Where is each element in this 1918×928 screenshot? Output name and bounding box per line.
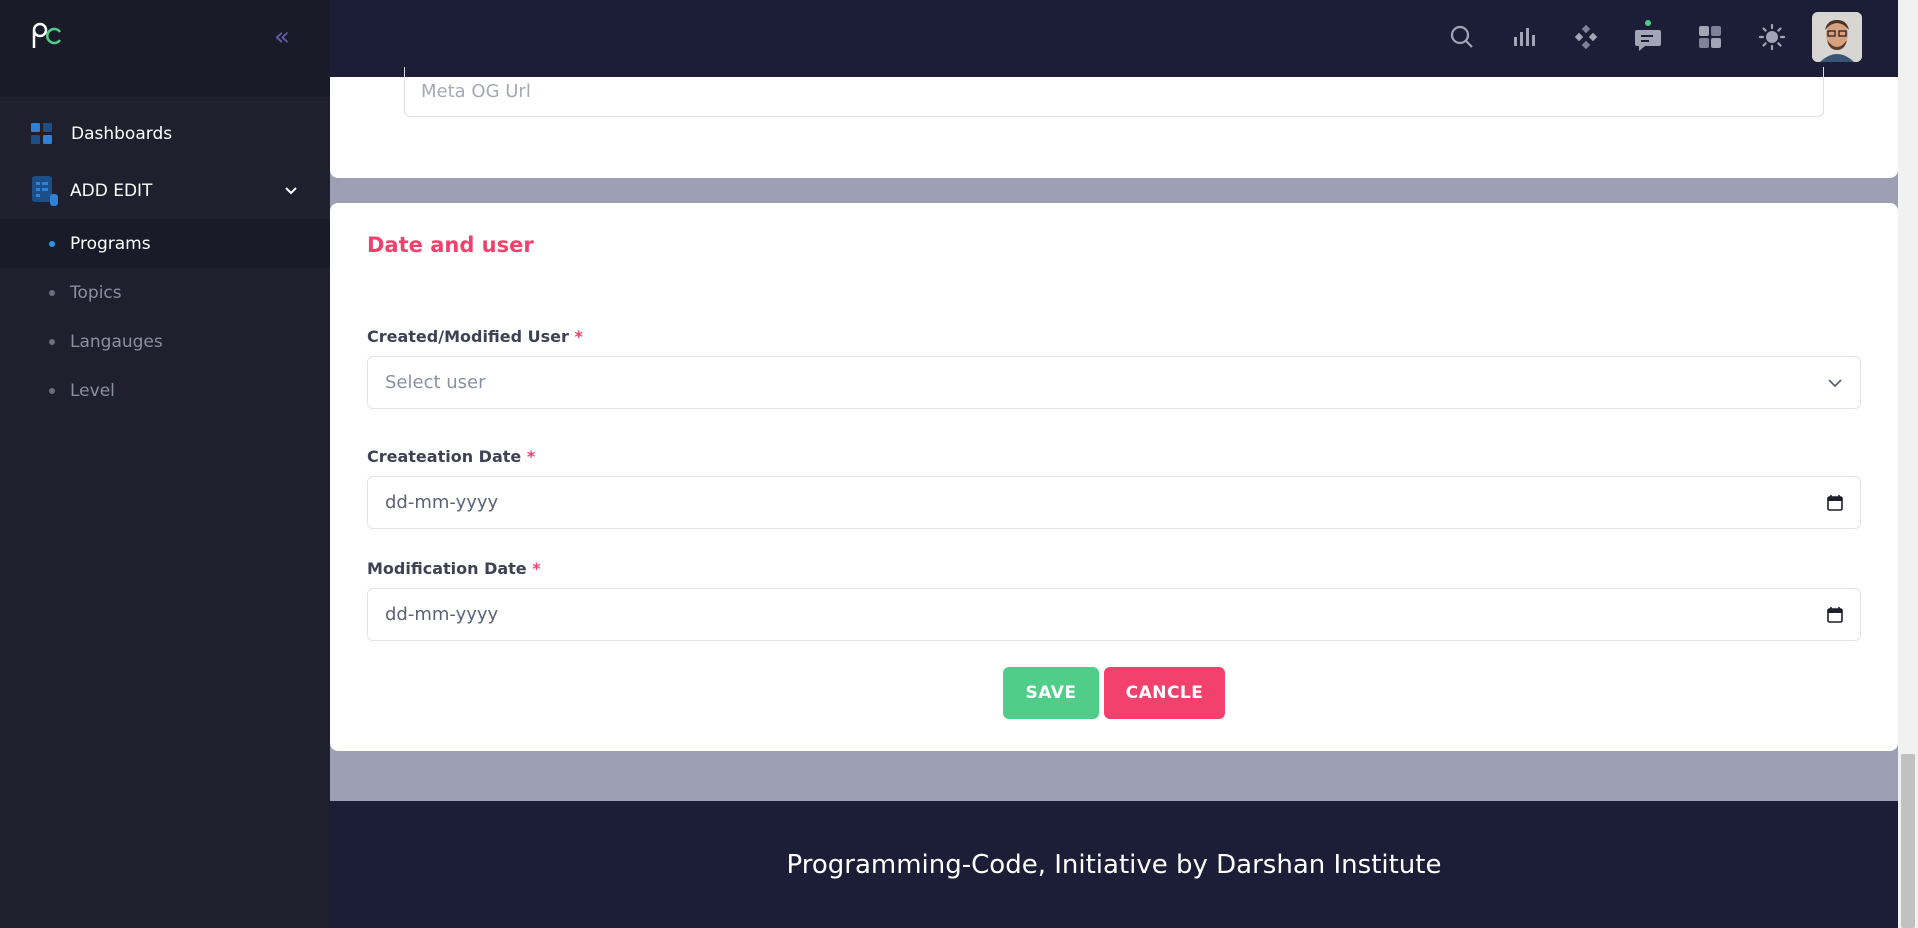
sidebar-collapse-button[interactable]: « xyxy=(274,24,290,50)
apps-diamond-icon[interactable] xyxy=(1571,22,1601,52)
bullet-icon xyxy=(49,289,55,296)
bullet-icon xyxy=(49,387,55,394)
meta-og-url-input[interactable]: Meta OG Url xyxy=(404,67,1824,117)
sidebar-subitem-topics[interactable]: Topics xyxy=(0,268,330,317)
creation-date-value: dd-mm-yyyy xyxy=(385,492,499,513)
footer-text: Programming-Code, Initiative by Darshan … xyxy=(786,849,1442,880)
chat-icon[interactable] xyxy=(1633,20,1663,52)
sidebar-subitem-label: Programs xyxy=(70,233,151,254)
cancel-button[interactable]: CANCLE xyxy=(1104,667,1225,719)
creation-date-input[interactable]: dd-mm-yyyy xyxy=(367,476,1861,529)
sidebar-menu: Dashboards ADD EDIT Programs Topics Lang… xyxy=(0,97,330,415)
sidebar-subitem-programs[interactable]: Programs xyxy=(0,219,330,268)
user-field-label: Created/Modified User * xyxy=(367,327,583,346)
dashboard-grid-icon xyxy=(31,122,52,144)
bullet-icon xyxy=(49,338,55,345)
section-title: Date and user xyxy=(367,233,534,257)
calendar-icon[interactable] xyxy=(1826,494,1844,512)
sidebar-subitem-languages[interactable]: Langauges xyxy=(0,317,330,366)
top-navbar xyxy=(330,0,1898,77)
sidebar-header: « xyxy=(0,0,330,97)
edit-document-icon xyxy=(32,175,58,206)
sidebar-subitem-label: Langauges xyxy=(70,331,163,352)
sidebar: « Dashboards ADD EDIT Programs Topics La… xyxy=(0,0,330,928)
sidebar-item-dashboards[interactable]: Dashboards xyxy=(0,105,330,162)
sidebar-subitem-label: Level xyxy=(70,380,115,401)
sidebar-subitem-label: Topics xyxy=(70,282,122,303)
bar-chart-icon[interactable] xyxy=(1509,22,1539,52)
calendar-icon[interactable] xyxy=(1826,606,1844,624)
search-icon[interactable] xyxy=(1447,22,1477,52)
sidebar-submenu: Programs xyxy=(0,219,330,268)
logo-icon[interactable] xyxy=(30,22,64,52)
sidebar-item-label: Dashboards xyxy=(71,123,173,144)
required-mark: * xyxy=(532,559,541,578)
sun-theme-icon[interactable] xyxy=(1757,22,1787,52)
chevron-down-icon xyxy=(1828,379,1842,388)
sidebar-item-label: ADD EDIT xyxy=(70,180,153,201)
modification-date-input[interactable]: dd-mm-yyyy xyxy=(367,588,1861,641)
user-select[interactable]: Select user xyxy=(367,356,1861,409)
sidebar-item-add-edit[interactable]: ADD EDIT xyxy=(0,162,330,219)
required-mark: * xyxy=(574,327,583,346)
page-scrollbar[interactable] xyxy=(1898,0,1918,928)
grid-layout-icon[interactable] xyxy=(1695,22,1725,52)
required-mark: * xyxy=(526,447,536,466)
modification-date-value: dd-mm-yyyy xyxy=(385,604,499,625)
date-and-user-card: Date and user Created/Modified User * Se… xyxy=(330,203,1898,751)
footer: Programming-Code, Initiative by Darshan … xyxy=(330,801,1898,928)
avatar[interactable] xyxy=(1812,12,1862,62)
sidebar-subitem-level[interactable]: Level xyxy=(0,366,330,415)
modification-date-label: Modification Date * xyxy=(367,559,541,578)
user-select-placeholder: Select user xyxy=(385,372,486,393)
chevron-down-icon xyxy=(285,187,297,195)
save-button[interactable]: SAVE xyxy=(1003,667,1099,719)
creation-date-label: Createation Date * xyxy=(367,447,536,466)
seo-card: Meta OG Url xyxy=(330,67,1898,178)
scrollbar-thumb[interactable] xyxy=(1901,754,1915,928)
bullet-icon xyxy=(49,240,55,247)
